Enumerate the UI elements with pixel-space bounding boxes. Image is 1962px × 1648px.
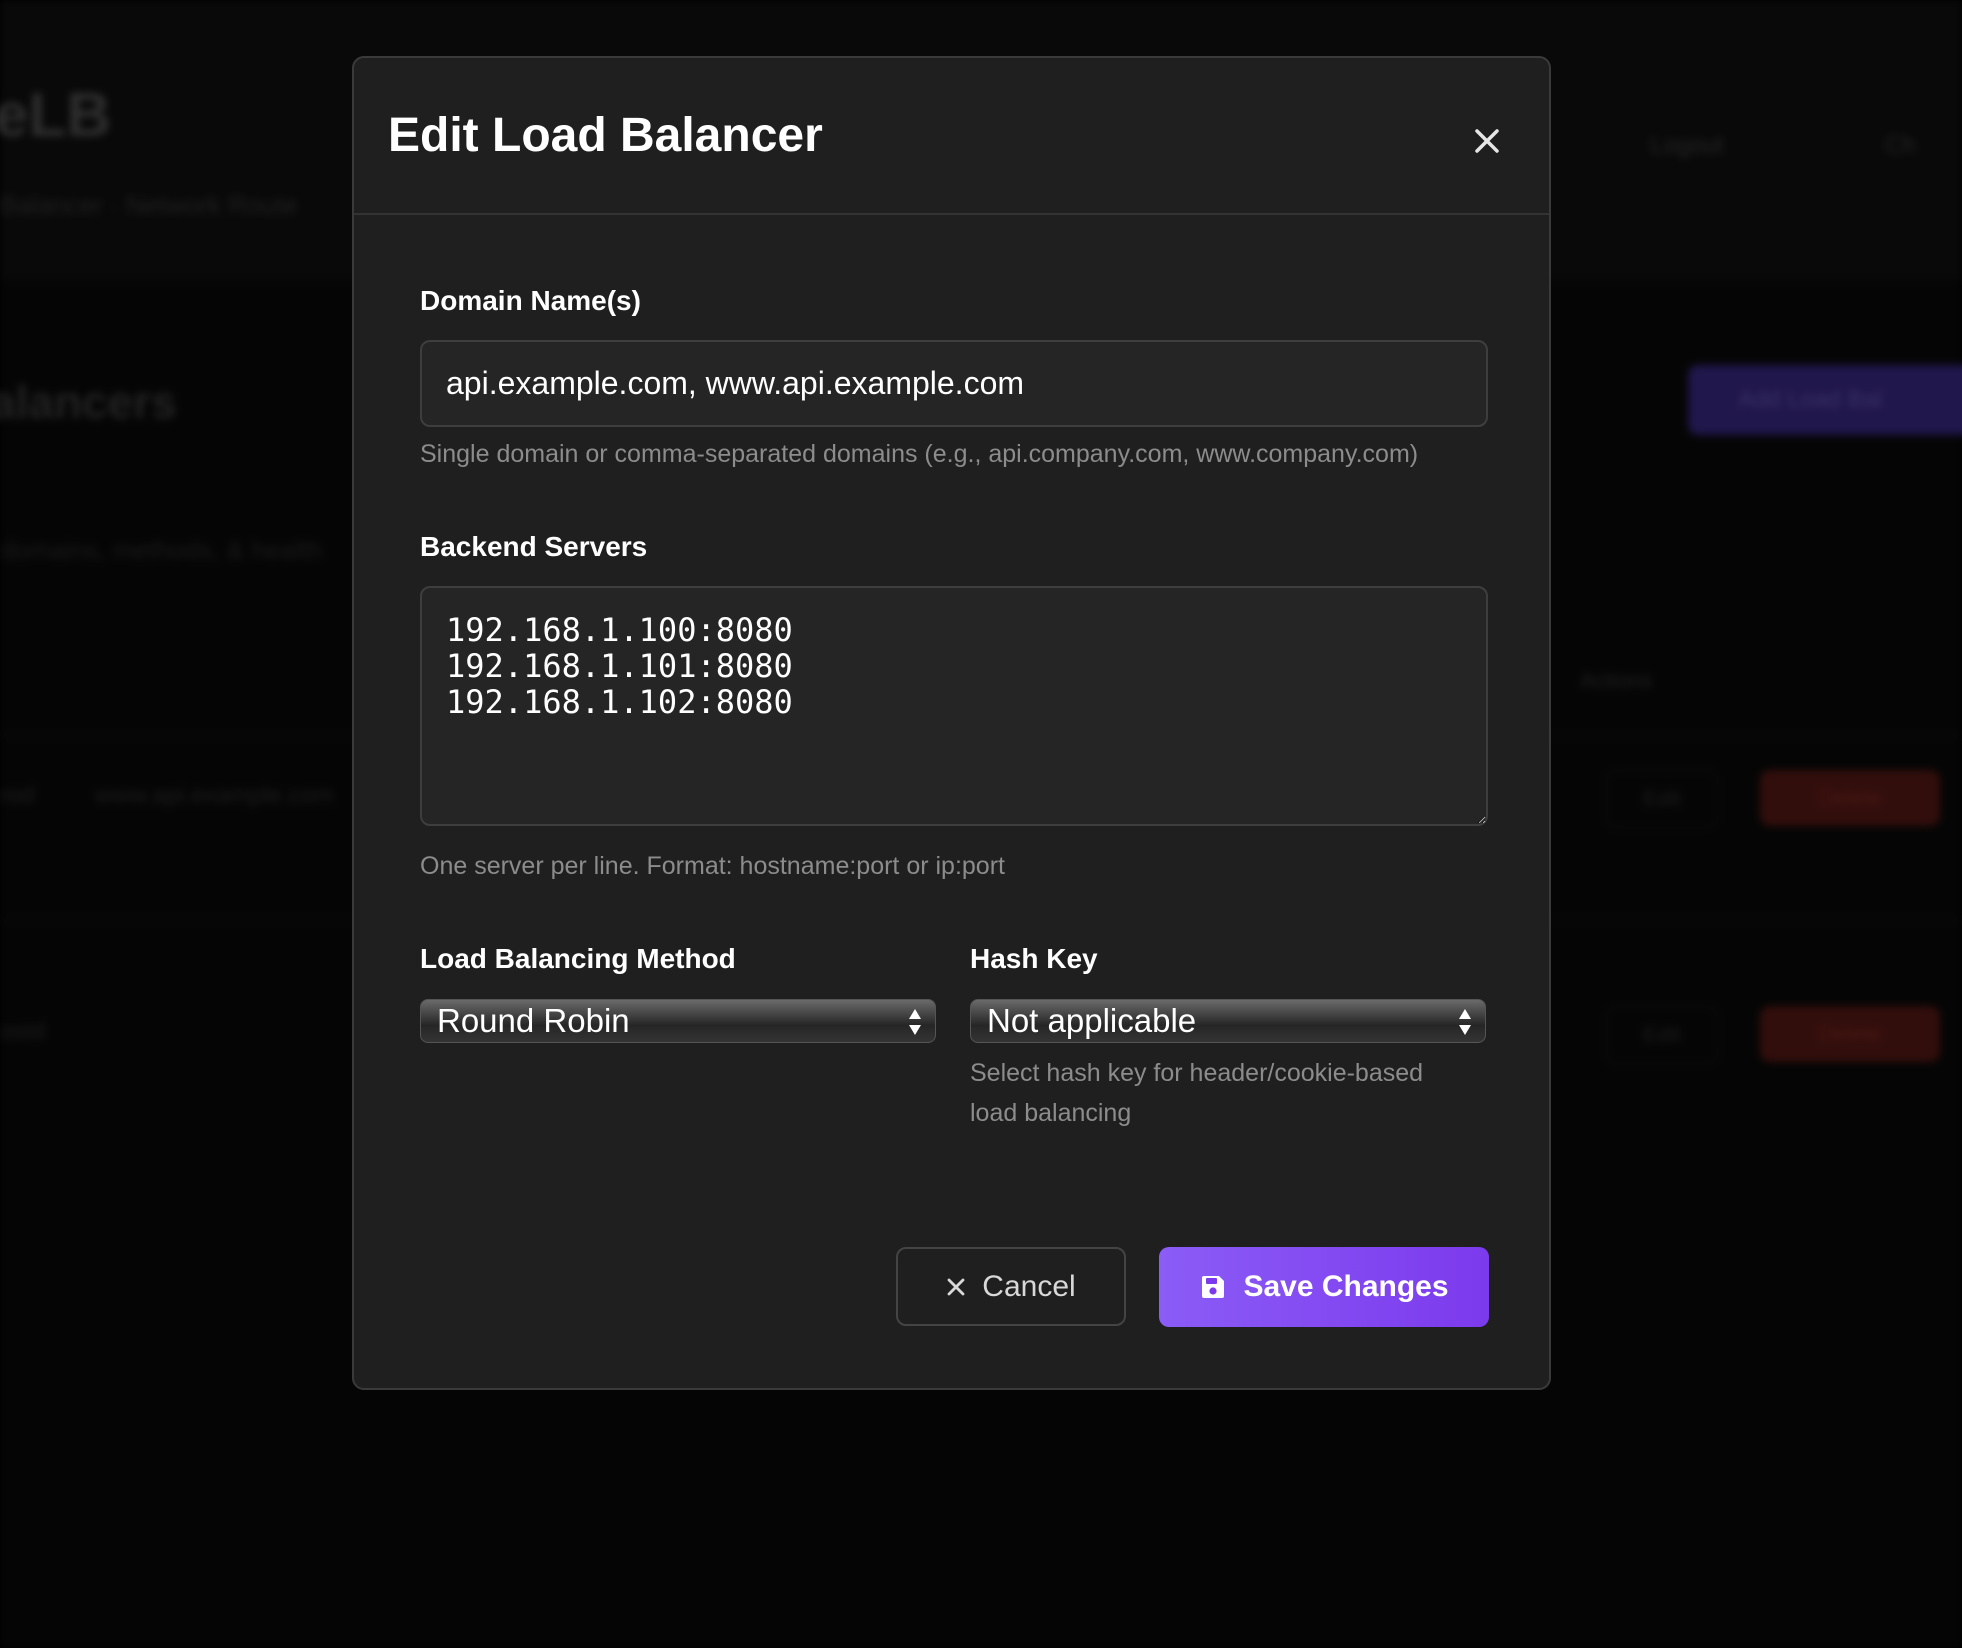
hash-key-label: Hash Key xyxy=(970,943,1098,974)
modal-title: Edit Load Balancer xyxy=(388,109,823,162)
save-changes-label: Save Changes xyxy=(1243,1270,1449,1303)
x-icon xyxy=(947,1278,965,1295)
domain-names-label: Domain Name(s) xyxy=(420,285,641,316)
background-row-name: rod xyxy=(0,782,35,809)
background-row-name: ostd xyxy=(0,1018,46,1045)
background-delete-button: Delete xyxy=(1760,770,1940,826)
background-breadcrumb: Balancer · Network Route xyxy=(0,190,298,220)
load-balancing-method-value: Round Robin xyxy=(437,1002,630,1039)
domain-names-input[interactable] xyxy=(420,340,1488,427)
edit-load-balancer-modal: Edit Load Balancer Domain Name(s) Single… xyxy=(352,56,1551,1390)
close-icon xyxy=(1475,129,1499,153)
select-arrows-icon xyxy=(909,1009,921,1035)
cancel-button-label: Cancel xyxy=(982,1269,1076,1303)
background-add-button: Add Load Bal xyxy=(1688,365,1962,435)
background-delete-button: Delete xyxy=(1760,1006,1940,1062)
load-balancing-method-label: Load Balancing Method xyxy=(420,943,736,974)
hash-key-select[interactable]: Not applicable xyxy=(970,999,1486,1043)
background-row-domain: www.api.example.com xyxy=(95,782,334,809)
backend-servers-textarea[interactable]: 192.168.1.100:8080 192.168.1.101:8080 19… xyxy=(420,586,1488,826)
background-brand: eLB xyxy=(0,81,112,150)
modal-header: Edit Load Balancer xyxy=(354,58,1549,215)
hash-key-value: Not applicable xyxy=(987,1002,1197,1039)
close-button[interactable] xyxy=(1462,116,1512,166)
background-logout-button: Logout xyxy=(1650,132,1724,159)
backend-servers-help: One server per line. Format: hostname:po… xyxy=(420,852,1005,880)
cancel-button[interactable]: Cancel xyxy=(896,1247,1126,1326)
load-balancing-method-select[interactable]: Round Robin xyxy=(420,999,936,1043)
hash-key-help-line-2: load balancing xyxy=(970,1099,1132,1127)
background-section-subtitle: domains, methods, & health xyxy=(0,535,323,565)
select-arrows-icon xyxy=(1459,1009,1471,1035)
background-header-button: Ch xyxy=(1885,132,1916,159)
background-actions-header: Actions xyxy=(1580,668,1653,693)
hash-key-help-line-1: Select hash key for header/cookie-based xyxy=(970,1059,1424,1087)
floppy-disk-icon xyxy=(1202,1276,1225,1298)
background-edit-button: Edit xyxy=(1606,770,1718,828)
background-section-title: alancers xyxy=(0,376,177,428)
background-edit-button: Edit xyxy=(1606,1006,1718,1064)
domain-names-help: Single domain or comma-separated domains… xyxy=(420,440,1419,468)
backend-servers-label: Backend Servers xyxy=(420,531,648,562)
save-changes-button[interactable]: Save Changes xyxy=(1159,1247,1489,1327)
